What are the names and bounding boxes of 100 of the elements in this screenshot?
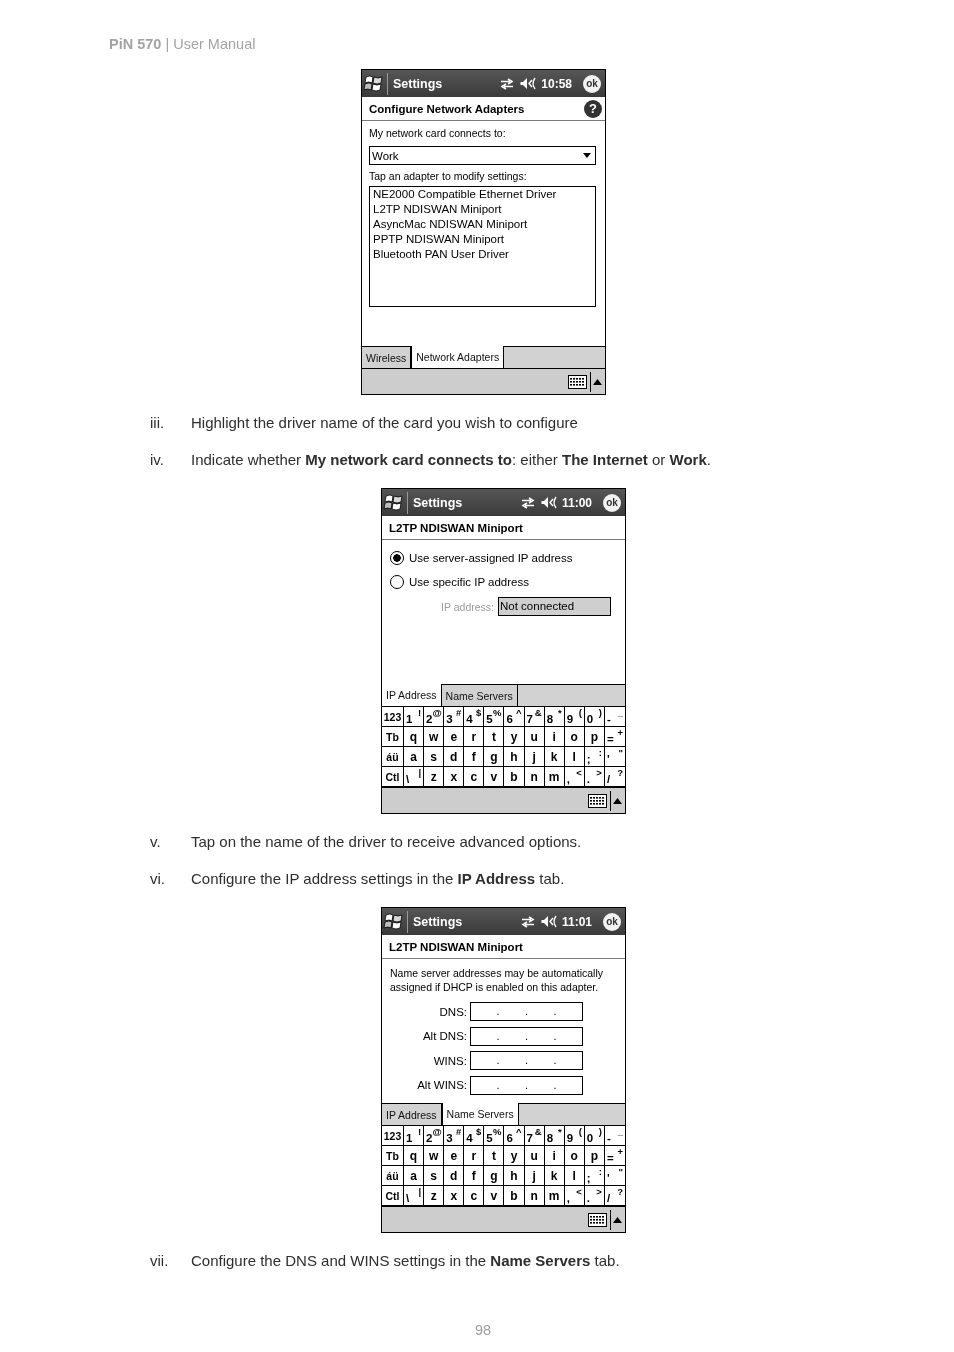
keyboard-key[interactable]: s <box>424 747 445 767</box>
speaker-icon[interactable] <box>540 496 557 509</box>
keyboard-key[interactable]: , < <box>564 1186 585 1206</box>
keyboard-key[interactable]: t <box>484 727 505 747</box>
keyboard-icon[interactable] <box>588 793 607 808</box>
keyboard-key[interactable]: p <box>584 1146 605 1166</box>
keyboard-key[interactable]: h <box>504 747 525 767</box>
keyboard-key[interactable]: / ? <box>604 1186 625 1206</box>
keyboard-key[interactable]: m <box>544 1186 565 1206</box>
list-item[interactable]: NE2000 Compatible Ethernet Driver <box>373 187 557 202</box>
keyboard-key[interactable]: áü <box>382 747 404 767</box>
ok-button[interactable]: ok <box>603 493 621 512</box>
flag-icon[interactable] <box>383 491 405 514</box>
keyboard-key[interactable]: z <box>424 1186 445 1206</box>
keyboard-key[interactable]: q <box>404 727 425 747</box>
keyboard-key[interactable]: 5% <box>484 1126 505 1146</box>
list-item[interactable]: AsyncMac NDISWAN Miniport <box>373 217 528 232</box>
keyboard-key[interactable]: t <box>484 1146 505 1166</box>
keyboard-icon[interactable] <box>588 1212 607 1227</box>
keyboard-key[interactable]: e <box>444 727 465 747</box>
connectivity-icon[interactable] <box>520 915 535 928</box>
keyboard-key[interactable]: ; : <box>584 747 605 767</box>
keyboard-key[interactable]: o <box>564 727 585 747</box>
keyboard-key[interactable]: a <box>404 747 425 767</box>
keyboard-key[interactable]: , < <box>564 767 585 787</box>
address-field[interactable]: . . . <box>470 1051 583 1070</box>
keyboard-key[interactable]: j <box>524 747 545 767</box>
keyboard-key[interactable]: ; : <box>584 1166 605 1186</box>
keyboard-key[interactable]: e <box>444 1146 465 1166</box>
keyboard-key[interactable]: r <box>464 1146 485 1166</box>
keyboard-key[interactable]: 7& <box>524 1126 545 1146</box>
connectivity-icon[interactable] <box>500 77 515 90</box>
keyboard-key[interactable]: ' " <box>604 1166 625 1186</box>
keyboard-key[interactable]: k <box>544 747 565 767</box>
keyboard-key[interactable]: y <box>504 727 525 747</box>
keyboard-key[interactable]: 0 ) <box>584 1126 605 1146</box>
keyboard-key[interactable]: g <box>484 747 505 767</box>
keyboard-key[interactable]: f <box>464 1166 485 1186</box>
connectivity-icon[interactable] <box>520 496 535 509</box>
keyboard-key[interactable]: 5% <box>484 707 505 727</box>
address-field[interactable]: . . . <box>470 1075 583 1095</box>
list-item[interactable]: L2TP NDISWAN Miniport <box>373 202 502 217</box>
keyboard-key[interactable]: z <box>424 767 445 787</box>
keyboard-key[interactable]: Ctl <box>382 1186 404 1206</box>
radio-label[interactable]: Use specific IP address <box>409 576 529 588</box>
keyboard-key[interactable]: 6 ^ <box>504 1126 525 1146</box>
keyboard-key[interactable]: = + <box>604 1146 625 1166</box>
keyboard-key[interactable]: g <box>484 1166 505 1186</box>
keyboard-key[interactable]: w <box>424 727 445 747</box>
keyboard-key[interactable]: n <box>524 767 545 787</box>
keyboard-key[interactable]: k <box>544 1166 565 1186</box>
arrow-up-icon[interactable] <box>613 797 622 804</box>
keyboard-key[interactable]: 1 ! <box>404 707 425 727</box>
keyboard-key[interactable]: Ctl <box>382 767 404 787</box>
list-item[interactable]: PPTP NDISWAN Miniport <box>373 232 504 247</box>
keyboard-key[interactable]: 9 ( <box>564 707 585 727</box>
keyboard-key[interactable]: a <box>404 1166 425 1186</box>
keyboard-key[interactable]: ' " <box>604 747 625 767</box>
help-button[interactable]: ? <box>584 99 602 118</box>
keyboard-key[interactable]: 7& <box>524 707 545 727</box>
keyboard-key[interactable]: 123 <box>382 1126 404 1146</box>
dropdown-field[interactable]: Work <box>369 146 596 165</box>
flag-icon[interactable] <box>363 72 385 95</box>
keyboard-icon[interactable] <box>568 374 587 389</box>
keyboard-key[interactable]: 4 $ <box>464 707 485 727</box>
arrow-up-icon[interactable] <box>613 1216 622 1223</box>
keyboard-key[interactable]: = + <box>604 727 625 747</box>
keyboard-key[interactable]: Tb <box>382 1146 404 1166</box>
keyboard-key[interactable]: d <box>444 1166 465 1186</box>
keyboard-key[interactable]: n <box>524 1186 545 1206</box>
keyboard-key[interactable]: s <box>424 1166 445 1186</box>
keyboard-key[interactable]: 3 # <box>444 707 465 727</box>
keyboard-key[interactable]: y <box>504 1146 525 1166</box>
keyboard-key[interactable]: c <box>464 767 485 787</box>
arrow-up-icon[interactable] <box>593 378 602 385</box>
tab[interactable]: IP Address <box>382 684 442 706</box>
keyboard-key[interactable]: 6 ^ <box>504 707 525 727</box>
keyboard-key[interactable]: 4 $ <box>464 1126 485 1146</box>
keyboard-key[interactable]: i <box>544 1146 565 1166</box>
keyboard-key[interactable]: d <box>444 747 465 767</box>
keyboard-key[interactable]: 2@ <box>424 707 445 727</box>
keyboard-key[interactable]: . > <box>584 767 605 787</box>
keyboard-key[interactable]: w <box>424 1146 445 1166</box>
keyboard-key[interactable]: f <box>464 747 485 767</box>
keyboard-key[interactable]: l <box>564 1166 585 1186</box>
keyboard-key[interactable]: \ | <box>404 1186 425 1206</box>
radio-button[interactable] <box>390 551 404 565</box>
address-field[interactable]: . . . <box>470 1026 583 1046</box>
keyboard-key[interactable]: 1 ! <box>404 1126 425 1146</box>
keyboard-key[interactable]: . > <box>584 1186 605 1206</box>
keyboard-key[interactable]: o <box>564 1146 585 1166</box>
flag-icon[interactable] <box>383 910 405 933</box>
speaker-icon[interactable] <box>520 77 537 90</box>
keyboard-key[interactable]: b <box>504 767 525 787</box>
keyboard-key[interactable]: p <box>584 727 605 747</box>
keyboard-key[interactable]: Tb <box>382 727 404 747</box>
keyboard-key[interactable]: 123 <box>382 707 404 727</box>
keyboard-key[interactable]: v <box>484 767 505 787</box>
keyboard-key[interactable]: 3 # <box>444 1126 465 1146</box>
keyboard-key[interactable]: c <box>464 1186 485 1206</box>
